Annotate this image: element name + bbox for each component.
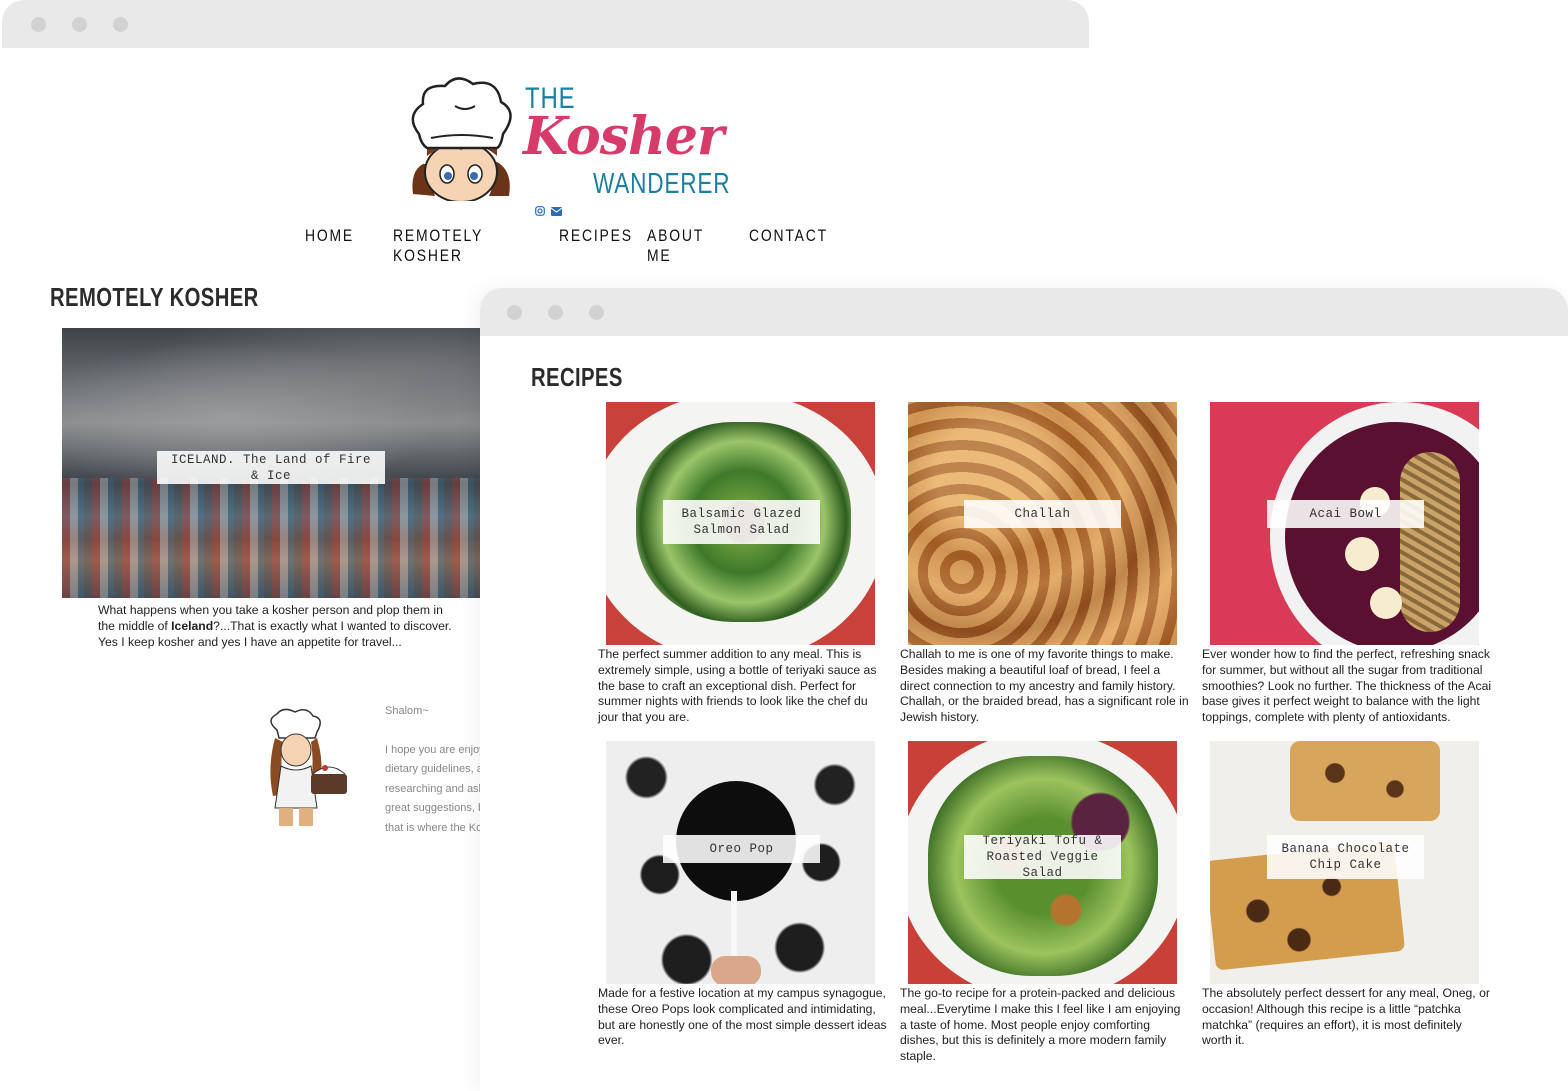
- window-maximize-dot[interactable]: [113, 17, 128, 32]
- recipe-desc-acai: Ever wonder how to find the perfect, ref…: [1202, 647, 1492, 725]
- iceland-excerpt: What happens when you take a kosher pers…: [98, 603, 458, 650]
- about-line: dietary guidelines, a: [385, 763, 480, 776]
- about-line: great suggestions, b: [385, 802, 480, 815]
- recipe-label-acai[interactable]: Acai Bowl: [1267, 500, 1424, 528]
- chef-avatar-icon: [270, 708, 347, 826]
- iceland-card-label[interactable]: ICELAND. The Land of Fire & Ice: [157, 451, 385, 484]
- window-minimize-dot[interactable]: [72, 17, 87, 32]
- recipe-label-tofu[interactable]: Teriyaki Tofu & Roasted Veggie Salad: [964, 834, 1121, 880]
- nav-home[interactable]: HOME: [305, 226, 356, 266]
- nav-about-me[interactable]: ABOUT ME: [647, 226, 709, 266]
- about-greeting: Shalom~: [385, 705, 429, 717]
- social-links: [535, 206, 565, 219]
- recipe-label-oreo[interactable]: Oreo Pop: [663, 835, 820, 863]
- recipe-desc-oreo: Made for a festive location at my campus…: [598, 986, 887, 1048]
- about-intro-text: I hope you are enjoy dietary guidelines,…: [385, 741, 480, 838]
- logo-text-wanderer: WANDERER: [593, 168, 731, 200]
- chef-mascot-icon: [411, 77, 512, 201]
- logo-text-kosher: Kosher: [523, 106, 724, 167]
- recipe-desc-salmon: The perfect summer addition to any meal.…: [598, 647, 877, 725]
- nav-contact[interactable]: CONTACT: [749, 226, 826, 266]
- window-titlebar: [480, 288, 1568, 336]
- recipe-label-challah[interactable]: Challah: [964, 500, 1121, 528]
- window-close-dot[interactable]: [31, 17, 46, 32]
- about-line: that is where the Ko: [385, 821, 480, 834]
- recipe-desc-cake: The absolutely perfect dessert for any m…: [1202, 986, 1490, 1048]
- nav-remotely-kosher[interactable]: REMOTELY KOSHER: [393, 226, 508, 266]
- iceland-excerpt-bold: Iceland: [171, 618, 214, 633]
- window-close-dot[interactable]: [507, 305, 522, 320]
- about-line: researching and ask: [385, 782, 480, 795]
- window-maximize-dot[interactable]: [589, 305, 604, 320]
- recipe-desc-challah: Challah to me is one of my favorite thin…: [900, 647, 1189, 725]
- window-minimize-dot[interactable]: [548, 305, 563, 320]
- remotely-kosher-heading: REMOTELY KOSHER: [50, 282, 259, 312]
- instagram-icon[interactable]: [535, 206, 548, 219]
- recipes-heading: RECIPES: [531, 362, 623, 392]
- recipe-label-cake[interactable]: Banana Chocolate Chip Cake: [1267, 835, 1424, 879]
- envelope-icon[interactable]: [550, 207, 563, 219]
- about-line: I hope you are enjoy: [385, 744, 480, 756]
- nav-recipes[interactable]: RECIPES: [559, 226, 631, 266]
- recipe-desc-tofu: The go-to recipe for a protein-packed an…: [900, 986, 1181, 1064]
- main-nav: HOME REMOTELY KOSHER RECIPES ABOUT ME CO…: [305, 226, 847, 266]
- window-titlebar: [2, 0, 1089, 48]
- recipe-label-salmon[interactable]: Balsamic Glazed Salmon Salad: [663, 500, 820, 544]
- site-logo[interactable]: THE Kosher WANDERER: [405, 76, 730, 201]
